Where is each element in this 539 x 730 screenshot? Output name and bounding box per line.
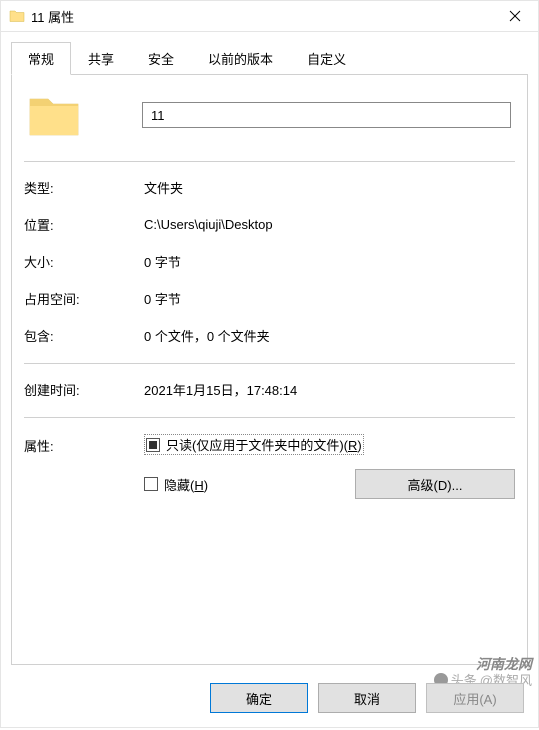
divider	[24, 363, 515, 364]
folder-large-icon	[28, 93, 80, 137]
contains-value: 0 个文件，0 个文件夹	[144, 326, 515, 345]
folder-name-input[interactable]	[142, 102, 511, 128]
location-value: C:\Users\qiuji\Desktop	[144, 217, 515, 232]
location-label: 位置:	[24, 215, 144, 234]
size-label: 大小:	[24, 252, 144, 271]
readonly-label: 只读(仅应用于文件夹中的文件)(R)	[166, 435, 362, 454]
name-row	[24, 93, 515, 137]
ok-button[interactable]: 确定	[210, 683, 308, 713]
created-label: 创建时间:	[24, 380, 144, 399]
tab-previous-versions[interactable]: 以前的版本	[191, 42, 290, 75]
created-value: 2021年1月15日，17:48:14	[144, 380, 515, 399]
size-value: 0 字节	[144, 252, 515, 271]
row-location: 位置: C:\Users\qiuji\Desktop	[24, 215, 515, 234]
divider	[24, 417, 515, 418]
contains-label: 包含:	[24, 326, 144, 345]
row-created: 创建时间: 2021年1月15日，17:48:14	[24, 380, 515, 399]
tab-customize[interactable]: 自定义	[290, 42, 363, 75]
readonly-row: 只读(仅应用于文件夹中的文件)(R)	[144, 434, 515, 455]
dialog-buttons: 确定 取消 应用(A)	[210, 683, 524, 713]
tabstrip: 常规 共享 安全 以前的版本 自定义	[11, 42, 528, 75]
tab-sharing[interactable]: 共享	[71, 42, 131, 75]
close-button[interactable]	[492, 1, 538, 31]
advanced-button[interactable]: 高级(D)...	[355, 469, 515, 499]
titlebar: 11 属性	[0, 0, 539, 32]
size-ondisk-label: 占用空间:	[24, 289, 144, 308]
folder-icon	[9, 8, 25, 24]
type-label: 类型:	[24, 178, 144, 197]
divider	[24, 161, 515, 162]
attributes-label: 属性:	[24, 439, 54, 454]
dialog-content: 常规 共享 安全 以前的版本 自定义 类型: 文件夹 位置: C:\Users\…	[0, 32, 539, 728]
row-type: 类型: 文件夹	[24, 178, 515, 197]
readonly-checkbox[interactable]	[146, 438, 160, 452]
close-icon	[509, 10, 521, 22]
attributes-section: 属性: 只读(仅应用于文件夹中的文件)(R) 隐藏(H) 高级(D)...	[24, 434, 515, 499]
apply-button[interactable]: 应用(A)	[426, 683, 524, 713]
window-title: 11 属性	[31, 7, 492, 26]
tab-general[interactable]: 常规	[11, 42, 71, 75]
tab-security[interactable]: 安全	[131, 42, 191, 75]
type-value: 文件夹	[144, 178, 515, 197]
tab-content-general: 类型: 文件夹 位置: C:\Users\qiuji\Desktop 大小: 0…	[11, 75, 528, 665]
row-contains: 包含: 0 个文件，0 个文件夹	[24, 326, 515, 345]
size-ondisk-value: 0 字节	[144, 289, 515, 308]
row-size-on-disk: 占用空间: 0 字节	[24, 289, 515, 308]
cancel-button[interactable]: 取消	[318, 683, 416, 713]
hidden-label: 隐藏(H)	[164, 475, 208, 494]
row-size: 大小: 0 字节	[24, 252, 515, 271]
hidden-checkbox[interactable]	[144, 477, 158, 491]
